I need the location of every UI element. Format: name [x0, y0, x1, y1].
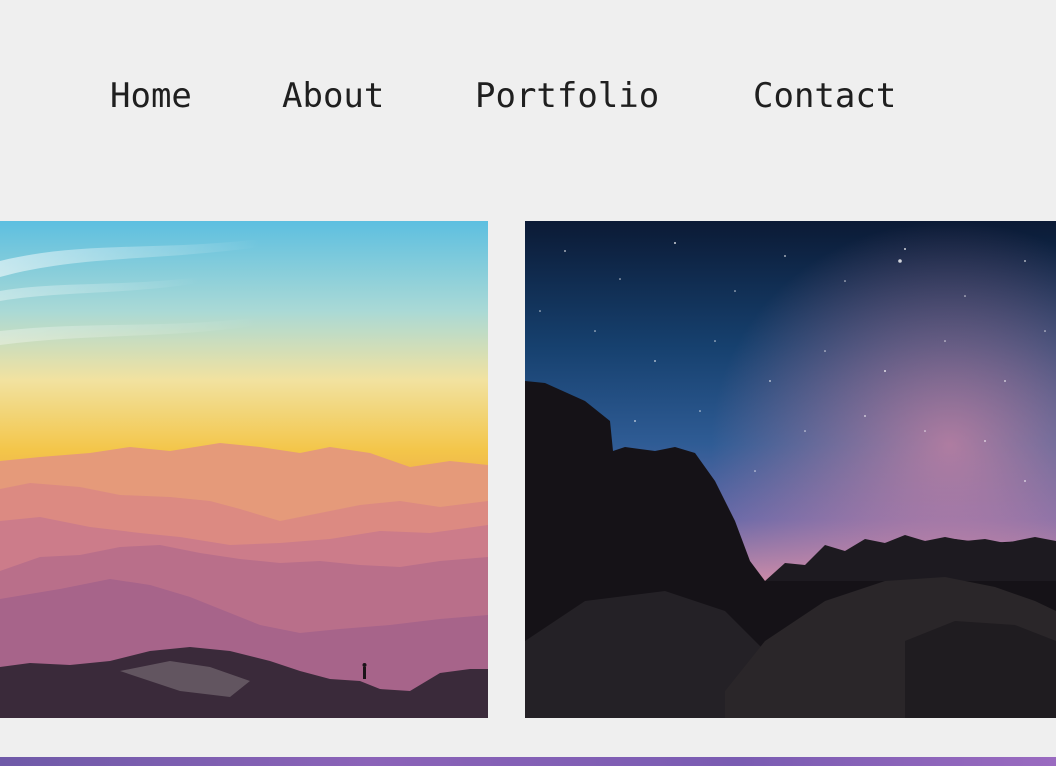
starry-night-image	[525, 221, 1056, 718]
mountain-sunset-photo[interactable]	[0, 221, 488, 718]
nav-link-about[interactable]: About	[282, 74, 384, 118]
nav-link-portfolio[interactable]: Portfolio	[475, 74, 659, 118]
nav-link-contact[interactable]: Contact	[753, 74, 896, 118]
starry-night-rocks-photo[interactable]	[525, 221, 1056, 718]
next-section-strip	[0, 757, 1056, 766]
page: Home About Portfolio Contact	[0, 0, 1056, 766]
mountain-sunset-image	[0, 221, 488, 718]
main-nav: Home About Portfolio Contact	[0, 0, 1056, 190]
nav-link-home[interactable]: Home	[110, 74, 192, 118]
